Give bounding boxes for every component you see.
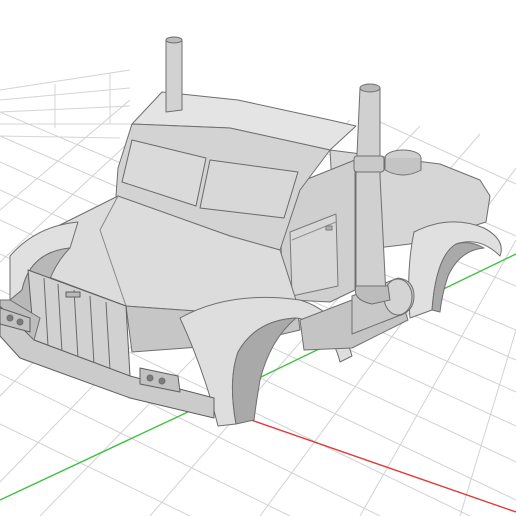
grille-emblem	[65, 291, 81, 298]
rear-fender	[408, 221, 502, 319]
exhaust-stack-left	[165, 36, 183, 113]
back-wall-grid	[0, 69, 131, 139]
y-axis-line	[0, 403, 206, 501]
viewport-canvas[interactable]	[0, 0, 516, 516]
3d-viewport[interactable]	[0, 0, 516, 516]
truck-cab-model[interactable]	[0, 36, 502, 427]
